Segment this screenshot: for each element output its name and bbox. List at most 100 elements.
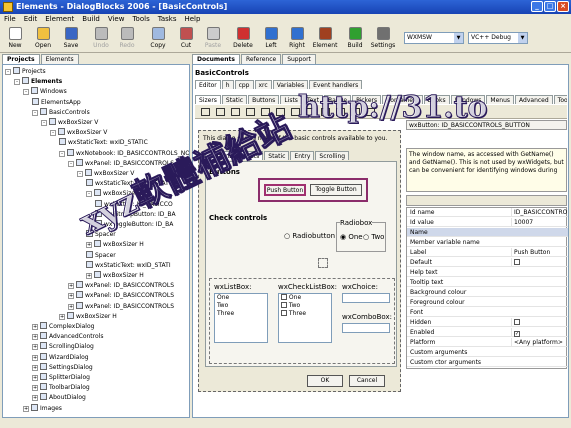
tab-static[interactable]: Static <box>221 95 248 104</box>
sizer-icon[interactable] <box>201 108 210 116</box>
tab-range[interactable]: Range <box>324 95 352 104</box>
collapse-icon[interactable]: - <box>86 191 92 198</box>
property-row[interactable]: Tooltip text <box>407 278 568 287</box>
chevron-down-icon[interactable]: ▼ <box>518 33 527 43</box>
collapse-icon[interactable]: - <box>23 89 29 96</box>
list-item[interactable]: Three <box>217 310 267 318</box>
tab-lists[interactable]: Lists <box>280 95 302 104</box>
tree-item[interactable]: + ToolbarDialog <box>32 383 90 392</box>
tab-projects[interactable]: Projects <box>2 54 40 64</box>
expand-icon[interactable]: + <box>59 313 65 320</box>
close-button[interactable]: × <box>557 1 569 12</box>
tree-item[interactable]: wxButton: ID_BASICCO <box>95 199 173 209</box>
tab-pickers[interactable]: Pickers <box>352 95 382 104</box>
tab-documents[interactable]: Documents <box>192 54 240 64</box>
chevron-down-icon[interactable]: ▼ <box>454 33 463 43</box>
sizer-icon[interactable] <box>261 108 270 116</box>
expand-icon[interactable]: + <box>68 283 74 290</box>
tab-buttons-and-lists[interactable]: Buttons and lists <box>205 151 264 160</box>
checkbox[interactable] <box>281 302 287 308</box>
checkbox[interactable] <box>514 259 520 265</box>
menu-view[interactable]: View <box>104 14 129 25</box>
menu-build[interactable]: Build <box>78 14 104 25</box>
build-button[interactable]: Build <box>342 27 368 52</box>
list-item[interactable]: One <box>281 294 331 302</box>
tab-books[interactable]: Books <box>423 95 450 104</box>
collapse-icon[interactable]: - <box>32 109 38 116</box>
property-row[interactable]: Id name ID_BASICCONTROLS <box>407 208 568 217</box>
tree-item[interactable]: + WizardDialog <box>32 352 89 362</box>
checkbox[interactable] <box>281 294 287 300</box>
tab-event-handlers[interactable]: Event handlers <box>309 80 363 89</box>
tree-item[interactable]: + wxBoxSizer H <box>86 240 144 249</box>
minimize-button[interactable]: _ <box>531 1 543 12</box>
tree-item[interactable]: + SettingsDialog <box>32 362 93 372</box>
checkbox[interactable] <box>514 319 520 325</box>
delete-button[interactable]: Delete <box>230 27 256 52</box>
settings-button[interactable]: Settings <box>370 27 396 52</box>
tree-item[interactable]: + wxPanel: ID_BASICCONTROLS <box>68 301 174 311</box>
tree-item[interactable]: + AboutDialog <box>32 393 86 402</box>
tree-item[interactable]: + SplitterDialog <box>32 373 90 382</box>
expand-icon[interactable]: + <box>32 395 38 402</box>
radio-one[interactable]: ◉ One <box>340 233 363 241</box>
new-button[interactable]: New <box>2 27 28 52</box>
checklistbox[interactable]: One Two Three <box>278 293 332 343</box>
tree-item[interactable]: - Projects <box>5 67 46 76</box>
redo-button[interactable]: Redo <box>114 27 140 52</box>
tree-item[interactable]: + AdvancedControls <box>32 332 103 341</box>
push-button[interactable]: Push Button <box>264 184 306 196</box>
property-row[interactable]: Member variable name <box>407 238 568 247</box>
expand-icon[interactable]: + <box>32 344 38 351</box>
tab-windows[interactable]: Windows <box>450 95 486 104</box>
sizer-icon[interactable] <box>351 108 360 116</box>
list-item[interactable]: One <box>217 294 267 302</box>
expand-icon[interactable]: + <box>32 334 38 341</box>
property-row[interactable]: Custom ctor arguments <box>407 358 568 367</box>
tree-item[interactable]: + wxPanel: ID_BASICCONTROLS <box>68 291 174 300</box>
cut-button[interactable]: Cut <box>173 27 199 52</box>
cancel-button[interactable]: Cancel <box>349 375 385 387</box>
tab-menus[interactable]: Menus <box>486 95 515 104</box>
tree-item[interactable]: - wxBoxSizer V <box>50 128 107 137</box>
sizer-icon[interactable] <box>246 108 255 116</box>
menu-tasks[interactable]: Tasks <box>154 14 181 25</box>
tab-static[interactable]: Static <box>264 151 290 160</box>
property-row[interactable]: Foreground colour <box>407 298 568 307</box>
checkbox[interactable] <box>281 310 287 316</box>
tab-variables[interactable]: Variables <box>272 80 309 89</box>
expand-icon[interactable]: + <box>32 375 38 381</box>
tab-advanced[interactable]: Advanced <box>515 95 553 104</box>
property-grid[interactable]: Id name ID_BASICCONTROLS Id value 10007 Name… <box>406 207 568 369</box>
collapse-icon[interactable]: - <box>41 120 47 126</box>
menu-edit[interactable]: Edit <box>20 14 42 25</box>
expand-icon[interactable]: + <box>86 242 92 249</box>
collapse-icon[interactable]: - <box>50 130 56 137</box>
tree-item[interactable]: wxStaticText: wxID_STATIC <box>86 179 175 188</box>
listbox[interactable]: One Two Three <box>214 293 268 343</box>
property-row[interactable]: Font <box>407 308 568 317</box>
undo-button[interactable]: Undo <box>88 27 114 52</box>
tab-containers[interactable]: Containers <box>382 95 423 104</box>
expand-icon[interactable]: + <box>32 385 38 392</box>
expand-icon[interactable]: + <box>23 405 29 412</box>
property-row[interactable]: Platform <Any platform> <box>407 338 568 347</box>
ok-button[interactable]: OK <box>307 375 343 387</box>
radio-two[interactable]: ○ Two <box>363 233 384 241</box>
tab-editor[interactable]: Editor <box>195 80 221 89</box>
sizer-icon[interactable] <box>231 108 240 116</box>
tree-item[interactable]: - Windows <box>23 87 67 96</box>
property-row[interactable]: Label Push Button <box>407 248 568 257</box>
tab-cpp[interactable]: cpp <box>234 80 254 89</box>
tab-xrc[interactable]: xrc <box>254 80 272 89</box>
tab-sizers[interactable]: Sizers <box>195 95 221 104</box>
paste-button[interactable]: Paste <box>200 27 226 52</box>
list-item[interactable]: Three <box>281 310 331 318</box>
property-row[interactable]: Custom arguments <box>407 348 568 357</box>
collapse-icon[interactable]: - <box>5 69 11 75</box>
property-row[interactable]: Name <box>407 228 568 237</box>
property-value[interactable]: ID_BASICCONTROLS <box>514 209 567 216</box>
property-value[interactable]: <Any platform> <box>514 339 563 346</box>
tree-item[interactable]: - wxBoxSizer H <box>86 189 144 198</box>
sizer-icon[interactable] <box>216 108 225 116</box>
